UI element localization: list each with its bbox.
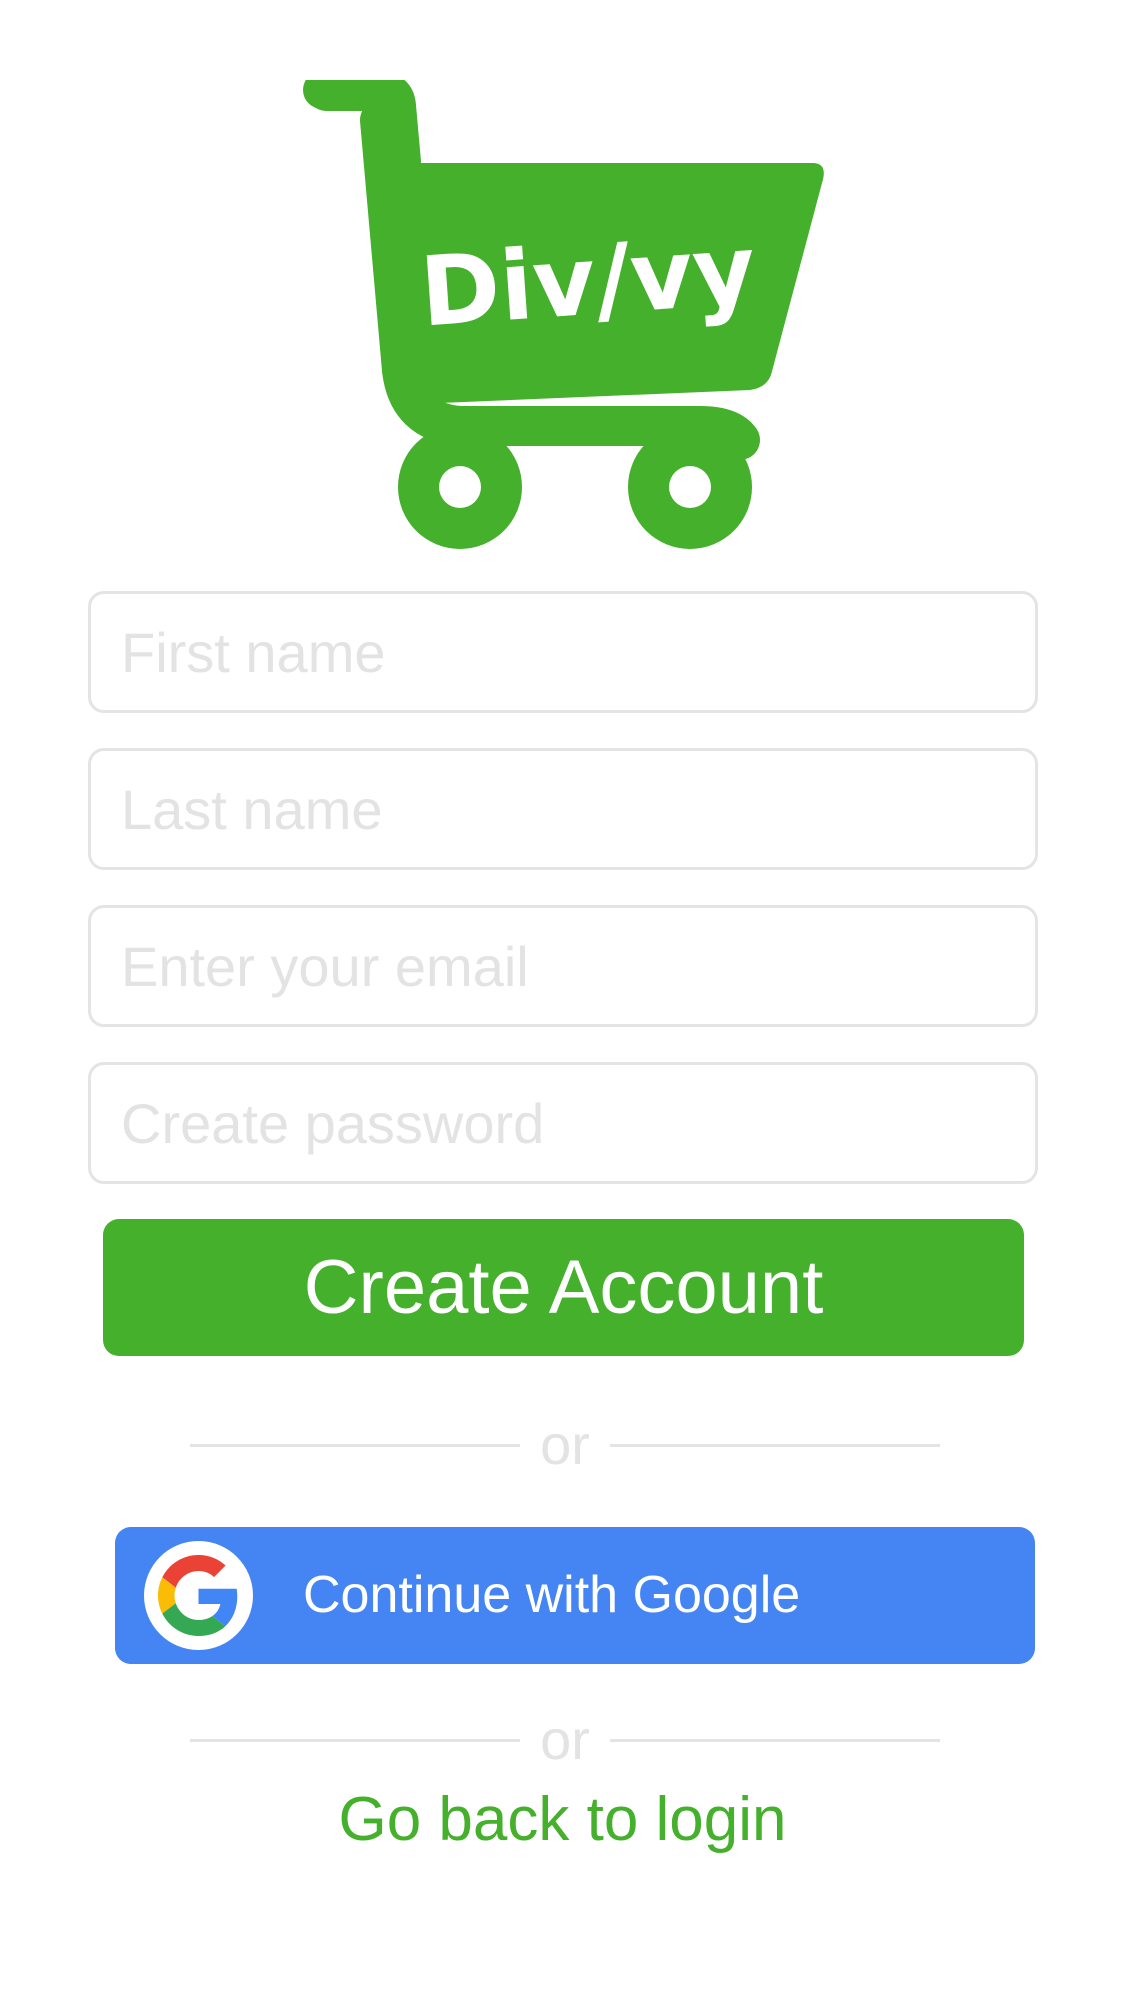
or-divider: or xyxy=(190,1705,940,1775)
create-account-button[interactable]: Create Account xyxy=(103,1219,1024,1356)
app-logo: Div/vy xyxy=(300,80,840,560)
email-field[interactable] xyxy=(88,905,1038,1027)
logo-text: Div/vy xyxy=(417,213,759,348)
or-divider: or xyxy=(190,1410,940,1480)
google-button-label: Continue with Google xyxy=(303,1566,801,1624)
first-name-field[interactable] xyxy=(88,591,1038,713)
divider-line xyxy=(610,1444,940,1447)
divider-line xyxy=(610,1739,940,1742)
last-name-field[interactable] xyxy=(88,748,1038,870)
password-field[interactable] xyxy=(88,1062,1038,1184)
continue-with-google-button[interactable]: Continue with Google xyxy=(115,1527,1035,1664)
back-to-login-link[interactable]: Go back to login xyxy=(0,1780,1125,1860)
google-g-icon xyxy=(144,1541,253,1650)
shopping-cart-icon: Div/vy xyxy=(303,80,824,549)
